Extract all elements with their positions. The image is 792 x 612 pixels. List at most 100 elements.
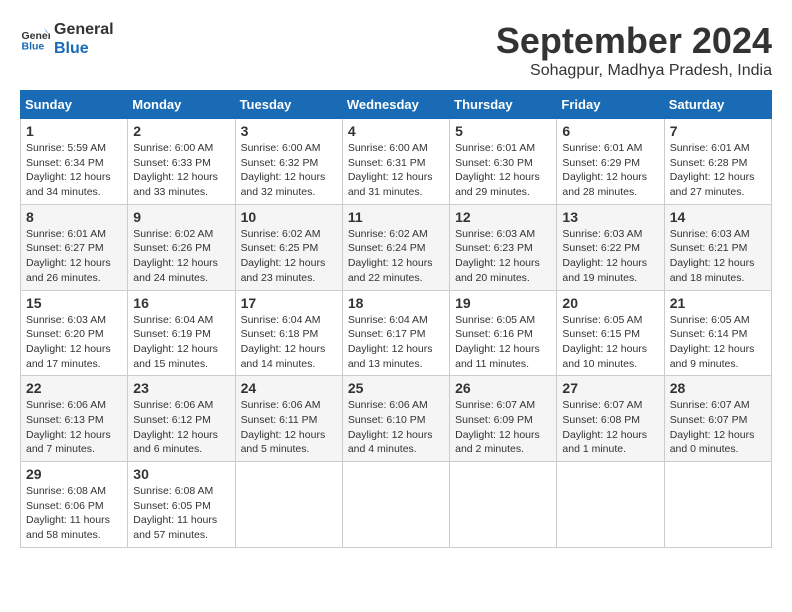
day-number: 5 (455, 123, 551, 139)
day-number: 11 (348, 209, 444, 225)
calendar-cell: 28 Sunrise: 6:07 AM Sunset: 6:07 PM Dayl… (664, 376, 771, 462)
day-number: 6 (562, 123, 658, 139)
day-info: Sunrise: 6:01 AM Sunset: 6:29 PM Dayligh… (562, 141, 658, 200)
svg-text:Blue: Blue (22, 41, 45, 53)
day-number: 24 (241, 380, 337, 396)
day-info: Sunrise: 6:07 AM Sunset: 6:09 PM Dayligh… (455, 398, 551, 457)
calendar-cell: 19 Sunrise: 6:05 AM Sunset: 6:16 PM Dayl… (450, 290, 557, 376)
calendar-cell (557, 462, 664, 548)
day-number: 27 (562, 380, 658, 396)
calendar-table: SundayMondayTuesdayWednesdayThursdayFrid… (20, 90, 772, 548)
header-tuesday: Tuesday (235, 91, 342, 119)
day-number: 29 (26, 466, 122, 482)
day-info: Sunrise: 6:04 AM Sunset: 6:18 PM Dayligh… (241, 313, 337, 372)
calendar-week-4: 22 Sunrise: 6:06 AM Sunset: 6:13 PM Dayl… (21, 376, 772, 462)
day-number: 9 (133, 209, 229, 225)
calendar-cell: 26 Sunrise: 6:07 AM Sunset: 6:09 PM Dayl… (450, 376, 557, 462)
calendar-cell: 27 Sunrise: 6:07 AM Sunset: 6:08 PM Dayl… (557, 376, 664, 462)
day-info: Sunrise: 6:06 AM Sunset: 6:13 PM Dayligh… (26, 398, 122, 457)
calendar-cell: 5 Sunrise: 6:01 AM Sunset: 6:30 PM Dayli… (450, 119, 557, 205)
day-info: Sunrise: 6:02 AM Sunset: 6:25 PM Dayligh… (241, 227, 337, 286)
calendar-cell: 18 Sunrise: 6:04 AM Sunset: 6:17 PM Dayl… (342, 290, 449, 376)
day-number: 17 (241, 295, 337, 311)
title-section: September 2024 Sohagpur, Madhya Pradesh,… (496, 20, 772, 80)
day-info: Sunrise: 6:08 AM Sunset: 6:06 PM Dayligh… (26, 484, 122, 543)
day-info: Sunrise: 6:05 AM Sunset: 6:14 PM Dayligh… (670, 313, 766, 372)
day-number: 28 (670, 380, 766, 396)
calendar-week-2: 8 Sunrise: 6:01 AM Sunset: 6:27 PM Dayli… (21, 204, 772, 290)
day-number: 25 (348, 380, 444, 396)
calendar-cell: 11 Sunrise: 6:02 AM Sunset: 6:24 PM Dayl… (342, 204, 449, 290)
day-info: Sunrise: 6:08 AM Sunset: 6:05 PM Dayligh… (133, 484, 229, 543)
day-info: Sunrise: 5:59 AM Sunset: 6:34 PM Dayligh… (26, 141, 122, 200)
day-info: Sunrise: 6:01 AM Sunset: 6:30 PM Dayligh… (455, 141, 551, 200)
header-monday: Monday (128, 91, 235, 119)
calendar-cell: 21 Sunrise: 6:05 AM Sunset: 6:14 PM Dayl… (664, 290, 771, 376)
day-number: 12 (455, 209, 551, 225)
day-info: Sunrise: 6:03 AM Sunset: 6:23 PM Dayligh… (455, 227, 551, 286)
day-number: 16 (133, 295, 229, 311)
day-info: Sunrise: 6:03 AM Sunset: 6:21 PM Dayligh… (670, 227, 766, 286)
calendar-cell (450, 462, 557, 548)
day-info: Sunrise: 6:01 AM Sunset: 6:28 PM Dayligh… (670, 141, 766, 200)
day-number: 3 (241, 123, 337, 139)
page-header: General Blue General Blue September 2024… (20, 20, 772, 80)
day-number: 30 (133, 466, 229, 482)
calendar-cell: 12 Sunrise: 6:03 AM Sunset: 6:23 PM Dayl… (450, 204, 557, 290)
day-info: Sunrise: 6:07 AM Sunset: 6:07 PM Dayligh… (670, 398, 766, 457)
day-number: 13 (562, 209, 658, 225)
header-friday: Friday (557, 91, 664, 119)
day-number: 8 (26, 209, 122, 225)
day-info: Sunrise: 6:00 AM Sunset: 6:31 PM Dayligh… (348, 141, 444, 200)
calendar-week-1: 1 Sunrise: 5:59 AM Sunset: 6:34 PM Dayli… (21, 119, 772, 205)
calendar-cell: 23 Sunrise: 6:06 AM Sunset: 6:12 PM Dayl… (128, 376, 235, 462)
day-number: 14 (670, 209, 766, 225)
header-wednesday: Wednesday (342, 91, 449, 119)
calendar-cell: 3 Sunrise: 6:00 AM Sunset: 6:32 PM Dayli… (235, 119, 342, 205)
day-number: 21 (670, 295, 766, 311)
day-number: 10 (241, 209, 337, 225)
calendar-cell: 29 Sunrise: 6:08 AM Sunset: 6:06 PM Dayl… (21, 462, 128, 548)
calendar-cell: 25 Sunrise: 6:06 AM Sunset: 6:10 PM Dayl… (342, 376, 449, 462)
day-number: 15 (26, 295, 122, 311)
day-number: 2 (133, 123, 229, 139)
day-number: 19 (455, 295, 551, 311)
header-saturday: Saturday (664, 91, 771, 119)
calendar-cell: 2 Sunrise: 6:00 AM Sunset: 6:33 PM Dayli… (128, 119, 235, 205)
day-info: Sunrise: 6:00 AM Sunset: 6:33 PM Dayligh… (133, 141, 229, 200)
day-number: 18 (348, 295, 444, 311)
location-subtitle: Sohagpur, Madhya Pradesh, India (496, 62, 772, 80)
calendar-week-3: 15 Sunrise: 6:03 AM Sunset: 6:20 PM Dayl… (21, 290, 772, 376)
logo-line2: Blue (54, 39, 114, 58)
day-info: Sunrise: 6:02 AM Sunset: 6:24 PM Dayligh… (348, 227, 444, 286)
calendar-cell (664, 462, 771, 548)
day-info: Sunrise: 6:06 AM Sunset: 6:12 PM Dayligh… (133, 398, 229, 457)
calendar-cell: 24 Sunrise: 6:06 AM Sunset: 6:11 PM Dayl… (235, 376, 342, 462)
calendar-cell: 10 Sunrise: 6:02 AM Sunset: 6:25 PM Dayl… (235, 204, 342, 290)
day-info: Sunrise: 6:02 AM Sunset: 6:26 PM Dayligh… (133, 227, 229, 286)
calendar-cell: 13 Sunrise: 6:03 AM Sunset: 6:22 PM Dayl… (557, 204, 664, 290)
logo-line1: General (54, 20, 114, 39)
calendar-cell: 16 Sunrise: 6:04 AM Sunset: 6:19 PM Dayl… (128, 290, 235, 376)
calendar-cell: 1 Sunrise: 5:59 AM Sunset: 6:34 PM Dayli… (21, 119, 128, 205)
calendar-cell: 15 Sunrise: 6:03 AM Sunset: 6:20 PM Dayl… (21, 290, 128, 376)
day-number: 20 (562, 295, 658, 311)
day-number: 7 (670, 123, 766, 139)
logo-icon: General Blue (20, 24, 50, 54)
day-info: Sunrise: 6:06 AM Sunset: 6:11 PM Dayligh… (241, 398, 337, 457)
calendar-cell: 6 Sunrise: 6:01 AM Sunset: 6:29 PM Dayli… (557, 119, 664, 205)
header-thursday: Thursday (450, 91, 557, 119)
day-info: Sunrise: 6:04 AM Sunset: 6:17 PM Dayligh… (348, 313, 444, 372)
day-info: Sunrise: 6:05 AM Sunset: 6:15 PM Dayligh… (562, 313, 658, 372)
logo: General Blue General Blue (20, 20, 114, 58)
day-info: Sunrise: 6:07 AM Sunset: 6:08 PM Dayligh… (562, 398, 658, 457)
day-info: Sunrise: 6:03 AM Sunset: 6:20 PM Dayligh… (26, 313, 122, 372)
day-number: 22 (26, 380, 122, 396)
calendar-cell (235, 462, 342, 548)
day-info: Sunrise: 6:03 AM Sunset: 6:22 PM Dayligh… (562, 227, 658, 286)
day-number: 4 (348, 123, 444, 139)
calendar-cell: 17 Sunrise: 6:04 AM Sunset: 6:18 PM Dayl… (235, 290, 342, 376)
calendar-cell: 22 Sunrise: 6:06 AM Sunset: 6:13 PM Dayl… (21, 376, 128, 462)
calendar-cell: 7 Sunrise: 6:01 AM Sunset: 6:28 PM Dayli… (664, 119, 771, 205)
calendar-week-5: 29 Sunrise: 6:08 AM Sunset: 6:06 PM Dayl… (21, 462, 772, 548)
